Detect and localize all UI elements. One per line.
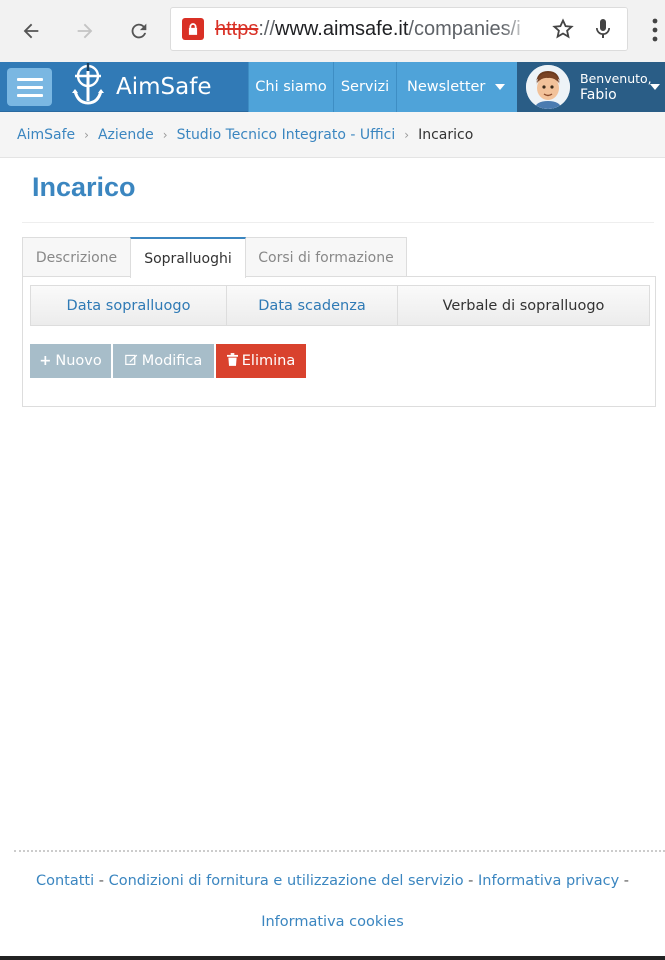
- screen-edge: [0, 956, 665, 960]
- divider: [22, 222, 654, 223]
- page-title: Incarico: [32, 172, 136, 202]
- tab-panel: Data sopralluogo Data scadenza Verbale d…: [22, 276, 656, 407]
- url-host: www.aimsafe.it: [275, 17, 409, 40]
- footer-separator: -: [468, 873, 474, 889]
- nav-chi-siamo[interactable]: Chi siamo: [248, 62, 333, 112]
- chevron-right-icon: ›: [162, 127, 168, 142]
- microphone-icon[interactable]: [591, 17, 615, 45]
- back-icon[interactable]: [14, 14, 48, 48]
- menu-kebab-icon[interactable]: [652, 18, 658, 46]
- forward-icon[interactable]: [68, 14, 102, 48]
- edit-button[interactable]: Modifica: [113, 344, 214, 378]
- nav-servizi[interactable]: Servizi: [333, 62, 396, 112]
- column-verbale: Verbale di sopralluogo: [442, 297, 605, 314]
- chevron-right-icon: ›: [84, 127, 89, 142]
- footer-link-contatti[interactable]: Contatti: [36, 873, 94, 889]
- column-data-sopralluogo[interactable]: Data sopralluogo: [31, 286, 227, 325]
- delete-button-label: Elimina: [241, 353, 296, 369]
- lock-icon[interactable]: [182, 18, 204, 40]
- user-menu[interactable]: Benvenuto, Fabio: [517, 62, 665, 112]
- user-name: Fabio: [580, 87, 617, 103]
- action-toolbar: + Nuovo Modifica Elimina: [30, 344, 308, 378]
- caret-down-icon: [495, 84, 506, 90]
- breadcrumb-current: Incarico: [418, 126, 474, 143]
- footer-divider: [14, 850, 665, 852]
- url-separator: ://: [258, 17, 276, 40]
- anchor-logo-icon: [70, 63, 106, 111]
- footer-link-privacy[interactable]: Informativa privacy: [478, 873, 619, 889]
- browser-toolbar: https://www.aimsafe.it/companies/i: [0, 0, 665, 62]
- app-navbar: AimSafe Chi siamo Servizi Newsletter Ben…: [0, 62, 665, 112]
- bookmark-star-icon[interactable]: [551, 17, 575, 45]
- delete-button[interactable]: Elimina: [216, 344, 306, 378]
- footer-separator: -: [623, 873, 630, 889]
- user-caret-icon: [650, 84, 660, 90]
- footer-link-condizioni[interactable]: Condizioni di fornitura e utilizzazione …: [109, 873, 464, 889]
- breadcrumb-aziende[interactable]: Aziende: [98, 127, 154, 143]
- brand-name: AimSafe: [116, 74, 212, 100]
- user-greeting: Benvenuto, Fabio: [580, 71, 652, 103]
- footer-links-second-line: Informativa cookies: [0, 914, 665, 930]
- breadcrumb-aimsafe[interactable]: AimSafe: [17, 127, 75, 143]
- edit-icon: [124, 353, 138, 370]
- tab-bar: Descrizione Sopralluoghi Corsi di formaz…: [22, 237, 407, 278]
- url-text: https://www.aimsafe.it/companies/i: [215, 18, 521, 41]
- edit-button-label: Modifica: [141, 353, 203, 369]
- new-button[interactable]: + Nuovo: [30, 344, 111, 378]
- greeting-label: Benvenuto,: [580, 71, 652, 86]
- reload-icon[interactable]: [122, 14, 156, 48]
- nav-newsletter[interactable]: Newsletter: [396, 62, 517, 112]
- table-header: Data sopralluogo Data scadenza Verbale d…: [30, 285, 650, 326]
- avatar: [526, 65, 570, 109]
- address-bar[interactable]: https://www.aimsafe.it/companies/i: [170, 7, 628, 51]
- brand[interactable]: AimSafe: [70, 62, 211, 112]
- plus-icon: +: [39, 353, 52, 369]
- nav-newsletter-label: Newsletter: [407, 79, 486, 95]
- url-scheme: https: [215, 17, 259, 40]
- tab-sopralluoghi[interactable]: Sopralluoghi: [130, 237, 246, 278]
- breadcrumb: AimSafe › Aziende › Studio Tecnico Integ…: [0, 112, 665, 158]
- trash-icon: [226, 352, 238, 370]
- footer-link-cookies[interactable]: Informativa cookies: [261, 914, 404, 930]
- new-button-label: Nuovo: [55, 353, 102, 369]
- tab-descrizione[interactable]: Descrizione: [22, 237, 131, 277]
- hamburger-menu-icon[interactable]: [7, 68, 52, 106]
- breadcrumb-company[interactable]: Studio Tecnico Integrato - Uffici: [177, 127, 396, 143]
- footer-separator: -: [98, 873, 104, 889]
- footer-links: Contatti - Condizioni di fornitura e uti…: [0, 873, 665, 889]
- tab-corsi-formazione[interactable]: Corsi di formazione: [245, 237, 407, 277]
- column-data-scadenza[interactable]: Data scadenza: [227, 286, 398, 325]
- chevron-right-icon: ›: [404, 127, 410, 142]
